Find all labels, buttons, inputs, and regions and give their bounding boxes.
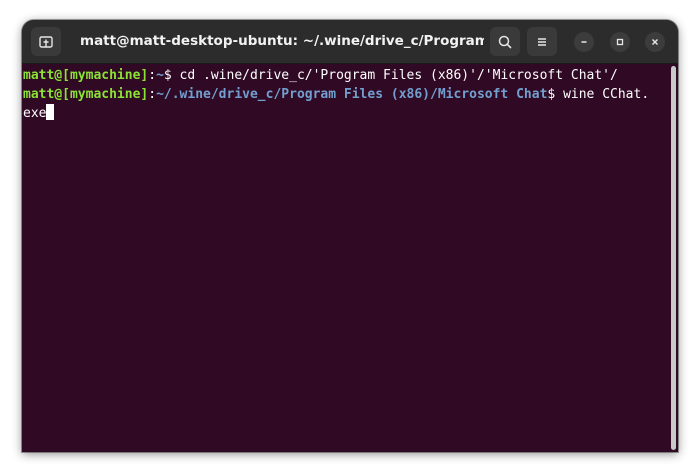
prompt-path: ~/.wine/drive_c/Program Files (x86)/Micr…: [156, 87, 548, 102]
prompt-user: matt@[mymachine]: [23, 87, 149, 102]
new-tab-icon: [39, 35, 53, 48]
menu-button[interactable]: [527, 27, 557, 56]
terminal-line: matt@[mymachine]:~/.wine/drive_c/Program…: [23, 85, 678, 104]
search-icon: [498, 35, 512, 48]
text-cursor: [46, 104, 55, 120]
prompt-symbol: $: [547, 87, 564, 102]
prompt-user: matt@[mymachine]: [23, 68, 149, 83]
maximize-icon: [616, 38, 624, 46]
close-button[interactable]: [645, 32, 665, 52]
terminal-window: matt@matt-desktop-ubuntu: ~/.wine/drive_…: [22, 20, 678, 452]
window-title: matt@matt-desktop-ubuntu: ~/.wine/drive_…: [80, 33, 484, 49]
minimize-button[interactable]: [574, 32, 594, 52]
prompt-path: ~: [156, 68, 164, 83]
terminal-output[interactable]: matt@[mymachine]:~$ cd .wine/drive_c/'Pr…: [22, 64, 678, 452]
terminal-line: exe: [23, 104, 678, 123]
prompt-symbol: $: [163, 68, 180, 83]
search-button[interactable]: [490, 27, 520, 56]
minimize-icon: [581, 41, 587, 43]
new-tab-button[interactable]: [31, 27, 61, 56]
command-continuation: exe: [23, 106, 47, 121]
prompt-colon: :: [148, 68, 157, 83]
prompt-colon: :: [148, 87, 157, 102]
close-icon: [652, 39, 658, 45]
terminal-line: matt@[mymachine]:~$ cd .wine/drive_c/'Pr…: [23, 66, 678, 85]
command-text: cd .wine/drive_c/'Program Files (x86)'/'…: [179, 68, 618, 83]
command-text: wine CChat.: [563, 87, 650, 102]
scrollbar[interactable]: [671, 66, 676, 450]
maximize-button[interactable]: [610, 32, 630, 52]
hamburger-menu-icon: [538, 37, 546, 46]
titlebar[interactable]: matt@matt-desktop-ubuntu: ~/.wine/drive_…: [22, 20, 678, 64]
